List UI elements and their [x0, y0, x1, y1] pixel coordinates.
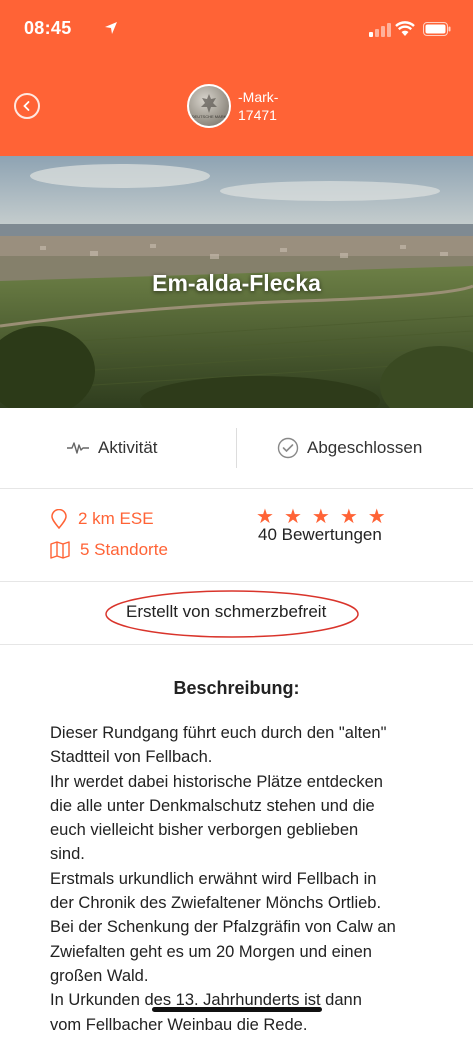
- status-bar: 08:45: [24, 18, 451, 42]
- description-line: sind.: [50, 845, 85, 864]
- description-line: Erstmals urkundlich erwähnt wird Fellbac…: [50, 869, 377, 888]
- description-line: Dieser Rundgang führt euch durch den "al…: [50, 724, 387, 742]
- location-arrow-icon: [105, 22, 117, 34]
- activity-icon: [67, 442, 89, 454]
- locations-row: 5 Standorte: [50, 540, 168, 560]
- description-text: Dieser Rundgang führt euch durch den "al…: [50, 721, 430, 1037]
- status-time: 08:45: [24, 18, 72, 38]
- creator-section: Erstellt von schmerzbefreit: [0, 582, 473, 645]
- coin-inscription: DEUTSCHE MARK: [192, 114, 227, 119]
- coin-avatar[interactable]: DEUTSCHE MARK: [187, 84, 231, 128]
- battery-icon: [423, 22, 451, 36]
- check-circle-icon: [277, 437, 299, 459]
- star-icon: ★: [311, 506, 330, 528]
- app-header: 08:45 DEUTSCHE MARK -Mark- 17471: [0, 0, 473, 156]
- hero-image: Em-alda-Flecka: [0, 156, 473, 408]
- description-line: Stadtteil von Fellbach.: [50, 748, 213, 767]
- tab-divider: [236, 428, 237, 468]
- description-line: großen Wald.: [50, 966, 149, 985]
- wifi-icon: [395, 21, 415, 36]
- description-line: Zwiefalten geht es um 20 Morgen und eine…: [50, 942, 372, 961]
- distance-row: 2 km ESE: [50, 509, 154, 529]
- star-icon: ★: [367, 506, 386, 528]
- map-icon: [50, 541, 70, 559]
- tab-completed[interactable]: Abgeschlossen: [277, 408, 422, 488]
- ratings-count: 40 Bewertungen: [258, 525, 382, 544]
- chevron-left-icon: [23, 101, 30, 111]
- description-line: euch vielleicht bisher verborgen geblieb…: [50, 821, 359, 840]
- tab-activity-label: Aktivität: [98, 438, 158, 457]
- description-line: vom Fellbacher Weinbau die Rede.: [50, 1015, 308, 1034]
- description-line: Ihr werdet dabei historische Plätze entd…: [50, 772, 383, 791]
- creator-link[interactable]: Erstellt von schmerzbefreit: [126, 602, 326, 622]
- description-line: die alle unter Denkmalschutz stehen und …: [50, 796, 375, 815]
- star-icon: ★: [256, 506, 274, 528]
- back-button[interactable]: [14, 93, 40, 119]
- description-line: Bei der Schenkung der Pfalzgräfin von Ca…: [50, 918, 396, 937]
- star-icon: ★: [283, 506, 302, 528]
- tour-title: Em-alda-Flecka: [152, 270, 321, 296]
- rating-stars: ★ ★ ★ ★ ★: [256, 507, 386, 527]
- home-indicator[interactable]: [152, 1007, 322, 1012]
- locations-text: 5 Standorte: [80, 540, 168, 559]
- distance-text: 2 km ESE: [78, 509, 154, 528]
- description-title: Beschreibung:: [173, 678, 300, 698]
- cellular-signal-icon: [369, 23, 391, 37]
- tab-activity[interactable]: Aktivität: [66, 408, 158, 488]
- tab-completed-label: Abgeschlossen: [307, 438, 423, 457]
- tab-bar: Aktivität Abgeschlossen: [0, 408, 473, 489]
- tour-info: 2 km ESE 5 Standorte ★ ★ ★ ★ ★ 40 Bewert…: [0, 489, 473, 582]
- coin-name-line2: 17471: [238, 107, 277, 123]
- star-icon: ★: [339, 506, 358, 528]
- coin-image: DEUTSCHE MARK: [192, 94, 227, 119]
- coin-name-line1: -Mark-: [238, 89, 279, 105]
- description-line: der Chronik des Zwiefaltener Mönchs Ortl…: [50, 894, 382, 913]
- location-pin-icon: [51, 509, 67, 529]
- coin-name: -Mark- 17471: [238, 88, 278, 124]
